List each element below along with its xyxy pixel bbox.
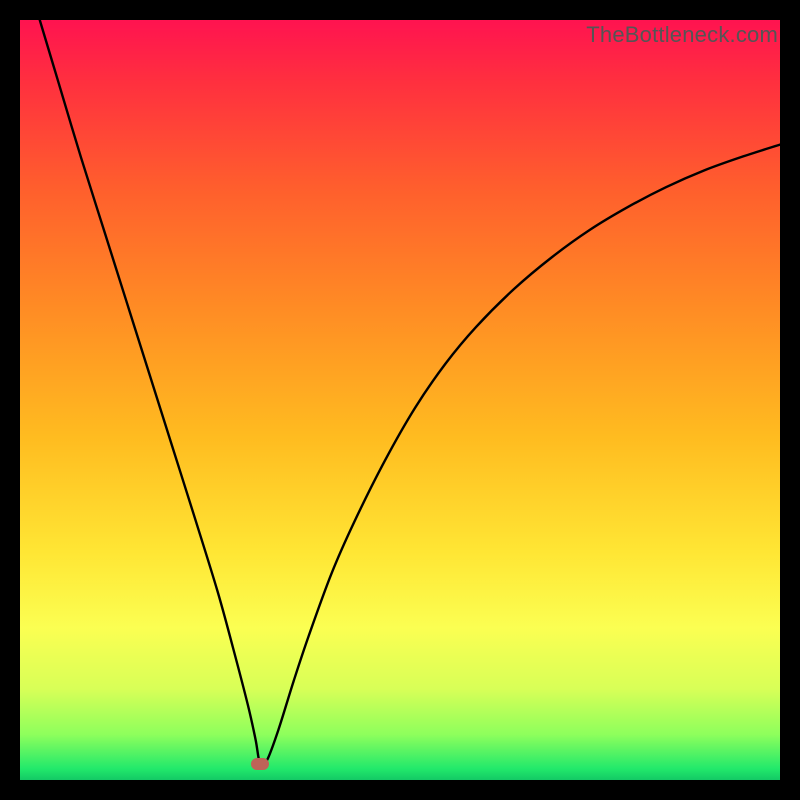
optimum-marker <box>251 758 269 770</box>
bottleneck-curve <box>40 20 780 766</box>
curve-layer <box>20 20 780 780</box>
chart-frame: TheBottleneck.com <box>20 20 780 780</box>
watermark-text: TheBottleneck.com <box>586 22 778 48</box>
